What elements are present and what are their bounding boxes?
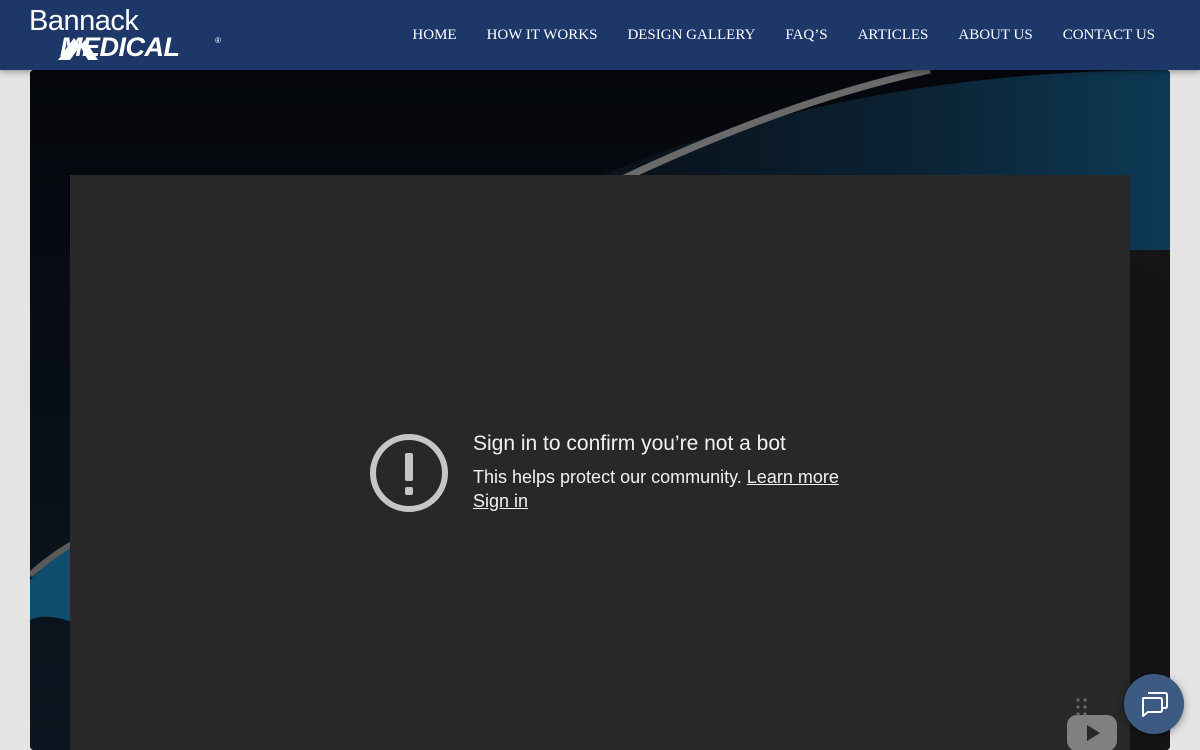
exclamation-circle-icon bbox=[370, 434, 448, 512]
nav-faqs[interactable]: FAQ’S bbox=[785, 27, 827, 44]
chat-bubbles-icon bbox=[1142, 692, 1168, 717]
chat-launcher-button[interactable] bbox=[1124, 674, 1184, 734]
nav-how-it-works[interactable]: HOW IT WORKS bbox=[487, 27, 598, 44]
nav-design-gallery[interactable]: DESIGN GALLERY bbox=[627, 27, 755, 44]
bot-check-message: This helps protect our community. Learn … bbox=[473, 466, 839, 488]
main-nav: HOME HOW IT WORKS DESIGN GALLERY FAQ’S A… bbox=[382, 0, 1155, 70]
nav-home[interactable]: HOME bbox=[412, 27, 456, 44]
youtube-play-icon[interactable] bbox=[1067, 715, 1117, 750]
logo-text-medical: MEDICAL bbox=[60, 32, 180, 62]
nav-about-us[interactable]: ABOUT US bbox=[958, 27, 1032, 44]
nav-articles[interactable]: ARTICLES bbox=[858, 27, 929, 44]
hero-section: Sign in to confirm you’re not a bot This… bbox=[30, 70, 1170, 750]
bot-check-title: Sign in to confirm you’re not a bot bbox=[473, 432, 786, 455]
nav-contact-us[interactable]: CONTACT US bbox=[1063, 27, 1155, 44]
bannack-medical-logo[interactable]: Bannack MEDICAL ® bbox=[29, 5, 229, 64]
drag-handle-icon[interactable] bbox=[1075, 697, 1089, 717]
sign-in-link[interactable]: Sign in bbox=[473, 490, 528, 512]
bot-check-message-text: This helps protect our community. bbox=[473, 467, 742, 487]
embedded-video-player[interactable]: Sign in to confirm you’re not a bot This… bbox=[70, 175, 1130, 750]
site-header: Bannack MEDICAL ® HOME HOW IT WORKS DESI… bbox=[0, 0, 1200, 70]
logo-registered-mark: ® bbox=[215, 36, 221, 45]
learn-more-link[interactable]: Learn more bbox=[747, 467, 839, 487]
